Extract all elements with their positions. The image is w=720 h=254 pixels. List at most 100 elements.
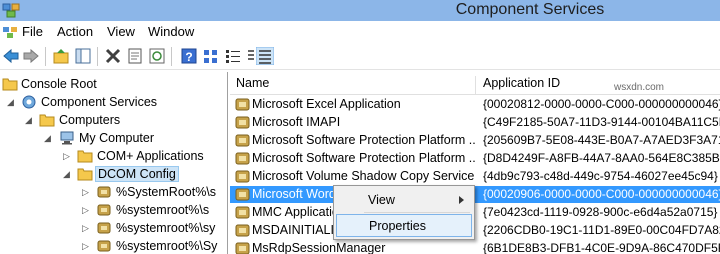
properties-icon[interactable] [126,47,144,65]
row-application-id: {00020812-0000-0000-C000-000000000046} [483,97,720,111]
show-hide-tree-icon[interactable] [74,47,92,65]
dcom-app-icon [97,240,111,252]
delete-icon[interactable] [104,47,122,65]
menu-action[interactable]: Action [57,24,93,39]
row-name: Microsoft Excel Application [252,97,401,111]
tree-item-label: Component Services [41,95,158,109]
row-application-id: {C49F2185-50A7-11D3-9144-00104BA11C5E} [483,115,720,129]
collapsed-arrow-icon[interactable]: ▷ [82,223,89,234]
tree-item-dcom-app[interactable]: ▷ %systemroot%\Sy [0,238,227,254]
tree-item-my-computer[interactable]: ◢ My Computer [0,130,227,148]
tree-item-label: %systemroot%\sy [116,221,216,235]
back-icon[interactable] [2,47,20,65]
menu-window[interactable]: Window [148,24,194,39]
svg-text:?: ? [185,50,192,64]
dcom-app-icon [235,206,250,219]
dcom-app-icon [235,98,250,111]
dcom-app-icon [235,116,250,129]
folder-icon [77,168,93,181]
row-application-id: {4db9c793-c48d-449c-9754-46027ee45c94} [483,169,718,183]
tree-item-dcom-app[interactable]: ▷ %SystemRoot%\s [0,184,227,202]
context-menu-properties[interactable]: Properties [336,214,472,237]
tree-pane[interactable]: Console Root ◢ Component Services ◢ Comp… [0,72,228,254]
component-services-icon [22,95,36,109]
folder-icon [2,78,18,91]
folder-icon [77,150,93,163]
menu-view[interactable]: View [107,24,135,39]
forward-icon[interactable] [22,47,40,65]
row-name: Microsoft Volume Shadow Copy Service ... [252,169,476,183]
tree-item-computers[interactable]: ◢ Computers [0,112,227,130]
computer-icon [60,131,74,145]
dcom-app-icon [235,224,250,237]
watermark: wsxdn.com [614,82,665,93]
collapsed-arrow-icon[interactable]: ▷ [82,205,89,216]
detail-view-icon[interactable] [256,47,274,65]
tree-item-label: %systemroot%\s [116,203,210,217]
row-name: Microsoft Software Protection Platform .… [252,133,476,147]
dcom-app-icon [235,152,250,165]
context-menu-view-label: View [368,193,395,207]
tree-item-label: %systemroot%\Sy [116,239,218,253]
list-pane[interactable]: Name Application ID Microsoft Excel Appl… [230,72,720,254]
tree-item-label: My Computer [79,131,155,145]
submenu-arrow-icon [459,196,464,204]
help-icon[interactable]: ? [180,47,198,65]
small-icons-view-icon[interactable] [224,47,242,65]
list-row[interactable]: Microsoft IMAPI {C49F2185-50A7-11D3-9144-… [230,114,720,131]
collapsed-arrow-icon[interactable]: ▷ [82,187,89,198]
menu-bar: File Action View Window [0,21,720,43]
dcom-app-icon [97,204,111,216]
row-application-id: {6B1DE8B3-DFB1-4C0E-9D9A-86C470DF5F} [483,241,720,254]
column-header-name[interactable]: Name [230,76,476,95]
collapsed-arrow-icon[interactable]: ▷ [63,151,70,162]
list-row[interactable]: Microsoft Volume Shadow Copy Service ...… [230,168,720,185]
menu-file[interactable]: File [22,24,43,39]
up-folder-icon[interactable] [52,47,70,65]
toolbar-separator [97,47,98,66]
context-menu-properties-label: Properties [369,219,426,233]
tree-item-dcom-config[interactable]: ◢ DCOM Config [0,166,227,184]
list-row[interactable]: Microsoft Word {00020906-0000-0000-C000-0… [230,186,720,203]
folder-icon [39,114,55,127]
tree-item-label: %SystemRoot%\s [116,185,217,199]
component-services-icon[interactable] [2,2,20,18]
list-row[interactable]: Microsoft Software Protection Platform .… [230,150,720,167]
tree-item-component-services[interactable]: ◢ Component Services [0,94,227,112]
row-name: MsRdpSessionManager [252,241,386,254]
menu-separator [364,212,470,213]
dcom-app-icon [235,188,250,201]
context-menu-view[interactable]: View [336,189,472,212]
list-row[interactable]: Microsoft Software Protection Platform .… [230,132,720,149]
tree-item-console-root[interactable]: Console Root [0,76,227,94]
list-row[interactable]: Microsoft Excel Application {00020812-000… [230,96,720,113]
row-application-id: {00020906-0000-0000-C000-000000000046} [483,187,720,201]
system-menu-icon[interactable] [2,25,18,39]
dcom-app-icon [235,170,250,183]
column-header-application-id[interactable]: Application ID [477,76,720,95]
list-row[interactable]: MSDAINITIALIZE {2206CDB0-19C1-11D1-89E0-0… [230,222,720,239]
expanded-arrow-icon[interactable]: ◢ [7,97,14,108]
dcom-app-icon [235,134,250,147]
toolbar: ? [0,43,720,70]
tree-item-label: Computers [59,113,121,127]
tree-item-com-applications[interactable]: ▷ COM+ Applications [0,148,227,166]
dcom-app-icon [235,242,250,254]
row-application-id: {D8D4249F-A8FB-44A7-8AA0-564E8C385BD6 [483,151,720,165]
window-title: Component Services [455,1,605,18]
toolbar-separator [45,47,46,66]
collapsed-arrow-icon[interactable]: ▷ [82,241,89,252]
expanded-arrow-icon[interactable]: ◢ [25,115,32,126]
expanded-arrow-icon[interactable]: ◢ [63,169,70,180]
tree-item-label: Console Root [21,77,97,91]
large-icons-view-icon[interactable] [202,47,220,65]
toolbar-separator [171,47,172,66]
list-row[interactable]: MsRdpSessionManager {6B1DE8B3-DFB1-4C0E-9… [230,240,720,254]
tree-item-dcom-app[interactable]: ▷ %systemroot%\sy [0,220,227,238]
tree-item-label: DCOM Config [95,166,179,182]
expanded-arrow-icon[interactable]: ◢ [44,133,51,144]
context-menu: View Properties [333,185,475,240]
tree-item-dcom-app[interactable]: ▷ %systemroot%\s [0,202,227,220]
list-row[interactable]: MMC Application {7e0423cd-1119-0928-900c-… [230,204,720,221]
refresh-icon[interactable] [148,47,166,65]
